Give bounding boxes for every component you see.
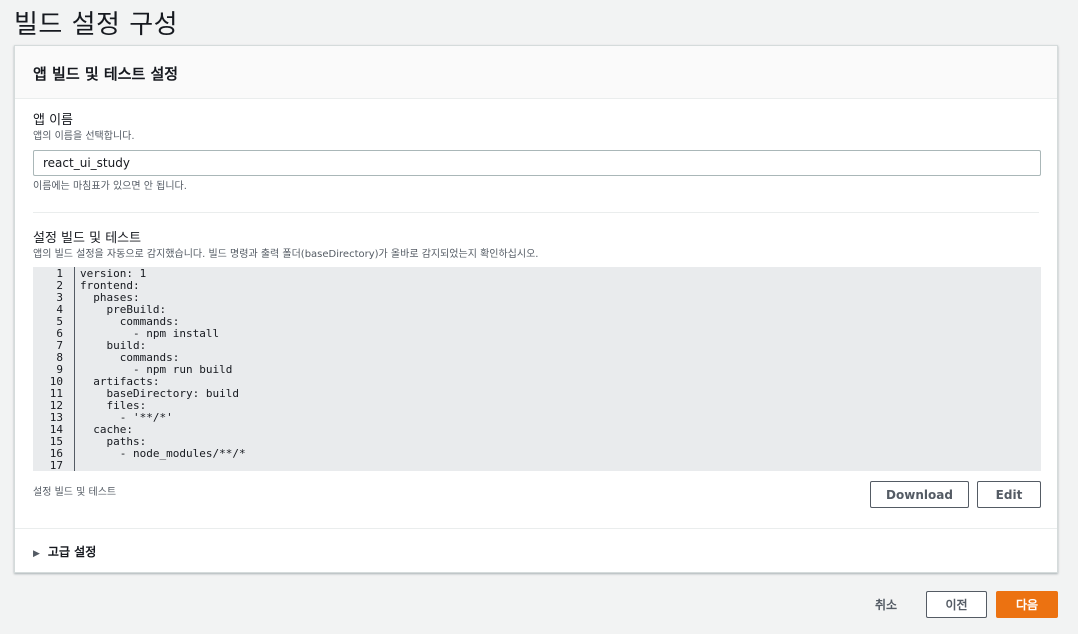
edit-button[interactable]: Edit xyxy=(977,481,1041,508)
advanced-settings-label: 고급 설정 xyxy=(47,545,97,559)
app-name-section: 앱 이름 앱의 이름을 선택합니다. 이름에는 마침표가 있으면 안 됩니다. xyxy=(15,113,1057,213)
build-settings-panel: 앱 빌드 및 테스트 설정 앱 이름 앱의 이름을 선택합니다. 이름에는 마침… xyxy=(14,45,1058,573)
footer-actions: 취소 이전 다음 xyxy=(0,591,1078,619)
line-number: 1 xyxy=(56,267,63,280)
section-divider xyxy=(33,212,1039,213)
line-number: 17 xyxy=(49,459,63,472)
line-number: 8 xyxy=(56,351,63,364)
code-footer: 설정 빌드 및 테스트 Download Edit xyxy=(33,471,1041,523)
app-name-description: 앱의 이름을 선택합니다. xyxy=(33,131,135,142)
build-settings-label: 설정 빌드 및 테스트 xyxy=(33,231,142,246)
code-content[interactable]: version: 1 frontend: phases: preBuild: co… xyxy=(80,267,246,471)
app-name-hint: 이름에는 마침표가 있으면 안 됩니다. xyxy=(33,181,187,192)
page-title: 빌드 설정 구성 xyxy=(14,10,179,40)
app-name-input[interactable] xyxy=(33,150,1041,176)
line-number: 2 xyxy=(56,279,63,292)
advanced-settings-toggle[interactable]: ▶ 고급 설정 xyxy=(15,528,1057,573)
line-number: 3 xyxy=(56,291,63,304)
build-spec-editor[interactable]: 1 2 3 4 5 6 7 8 9 10 11 12 13 14 15 16 17 version: 1 fron… xyxy=(33,267,1041,471)
panel-header: 앱 빌드 및 테스트 설정 xyxy=(15,46,1057,99)
cancel-button[interactable]: 취소 xyxy=(862,591,910,618)
previous-button[interactable]: 이전 xyxy=(926,591,987,618)
build-settings-description: 앱의 빌드 설정을 자동으로 감지했습니다. 빌드 명령과 출력 폴더(base… xyxy=(33,249,539,260)
line-number-gutter: 1 2 3 4 5 6 7 8 9 10 11 12 13 14 15 16 17 xyxy=(33,267,75,471)
code-line: - node_modules/**/* xyxy=(80,447,246,460)
build-settings-section: 설정 빌드 및 테스트 앱의 빌드 설정을 자동으로 감지했습니다. 빌드 명령… xyxy=(15,231,1057,523)
caret-right-icon: ▶ xyxy=(33,549,40,559)
line-number: 4 xyxy=(56,303,63,316)
line-number: 6 xyxy=(56,327,63,340)
app-name-label: 앱 이름 xyxy=(33,113,74,128)
download-button[interactable]: Download xyxy=(870,481,969,508)
code-caption: 설정 빌드 및 테스트 xyxy=(33,487,117,498)
line-number: 5 xyxy=(56,315,63,328)
line-number: 7 xyxy=(56,339,63,352)
next-button[interactable]: 다음 xyxy=(996,591,1058,618)
